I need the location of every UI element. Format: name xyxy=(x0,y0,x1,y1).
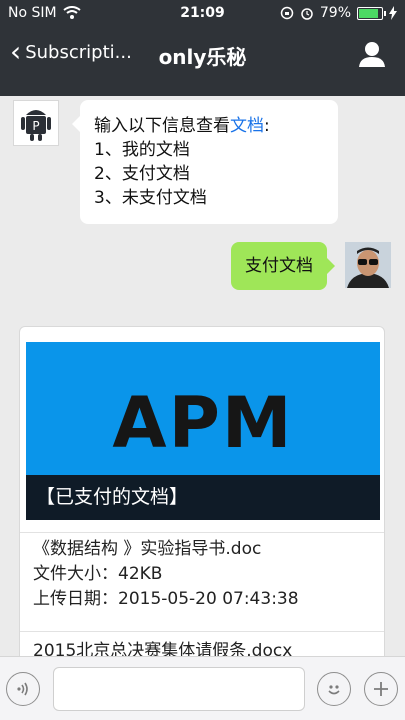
alarm-icon xyxy=(301,8,313,20)
divider xyxy=(20,532,384,533)
user-avatar-photo xyxy=(345,242,391,288)
banner-caption: 【已支付的文档】 xyxy=(26,475,380,520)
document-title: 2015北京总决赛集体请假条.docx xyxy=(33,641,293,656)
rotation-lock-icon xyxy=(280,6,294,20)
voice-button[interactable] xyxy=(6,672,40,706)
message-input[interactable] xyxy=(53,667,305,711)
document-card[interactable]: APM 【已支付的文档】 《数据结构 》实验指导书.doc 文件大小：42KB … xyxy=(19,326,385,656)
document-size: 文件大小：42KB xyxy=(33,564,163,584)
bot-avatar[interactable]: P xyxy=(13,100,59,146)
user-message-text: 支付文档 xyxy=(245,256,313,276)
document-date: 上传日期：2015-05-20 07:43:38 xyxy=(33,589,299,609)
user-avatar[interactable] xyxy=(345,242,391,288)
banner-logo-text: APM xyxy=(112,382,294,464)
document-title: 《数据结构 》实验指导书.doc xyxy=(33,539,262,559)
battery-icon xyxy=(357,6,386,20)
bot-message: 输入以下信息查看文档: 1、我的文档 2、支付文档 3、未支付文档 xyxy=(72,100,338,224)
voice-icon xyxy=(17,682,28,696)
bot-message-line: 输入以下信息查看文档: xyxy=(94,114,324,138)
top-bar: No SIM 21:09 79% ‹ Subscripti... only乐秘 xyxy=(0,0,405,96)
document-item[interactable]: 《数据结构 》实验指导书.doc 文件大小：42KB 上传日期：2015-05-… xyxy=(33,537,373,612)
nav-bar: ‹ Subscripti... only乐秘 xyxy=(0,28,405,82)
divider xyxy=(20,631,384,632)
document-item[interactable]: 2015北京总决赛集体请假条.docx xyxy=(33,639,373,656)
bot-prefix: 输入以下信息查看 xyxy=(94,116,230,136)
bot-option: 2、支付文档 xyxy=(94,164,190,184)
bot-option: 1、我的文档 xyxy=(94,140,190,160)
user-message: 支付文档 xyxy=(231,242,335,290)
bot-suffix: : xyxy=(264,116,270,136)
bot-option: 3、未支付文档 xyxy=(94,188,207,208)
status-bar: No SIM 21:09 79% xyxy=(0,0,405,28)
input-bar xyxy=(0,656,405,720)
status-right: 79% xyxy=(280,5,397,21)
charging-icon xyxy=(389,6,397,20)
doc-link[interactable]: 文档 xyxy=(230,116,264,136)
android-icon: P xyxy=(21,110,51,141)
emoji-button[interactable] xyxy=(317,672,351,706)
user-icon[interactable] xyxy=(357,40,387,68)
plus-icon xyxy=(374,682,388,696)
emoji-icon xyxy=(328,685,340,695)
card-banner[interactable]: APM 【已支付的文档】 xyxy=(26,342,380,520)
chat-area[interactable]: P 输入以下信息查看文档: 1、我的文档 2、支付文档 3、未支付文档 支付文档… xyxy=(0,96,405,656)
page-title: only乐秘 xyxy=(158,45,247,69)
battery-percent: 79% xyxy=(319,5,351,21)
plus-button[interactable] xyxy=(364,672,398,706)
svg-text:P: P xyxy=(32,119,39,133)
